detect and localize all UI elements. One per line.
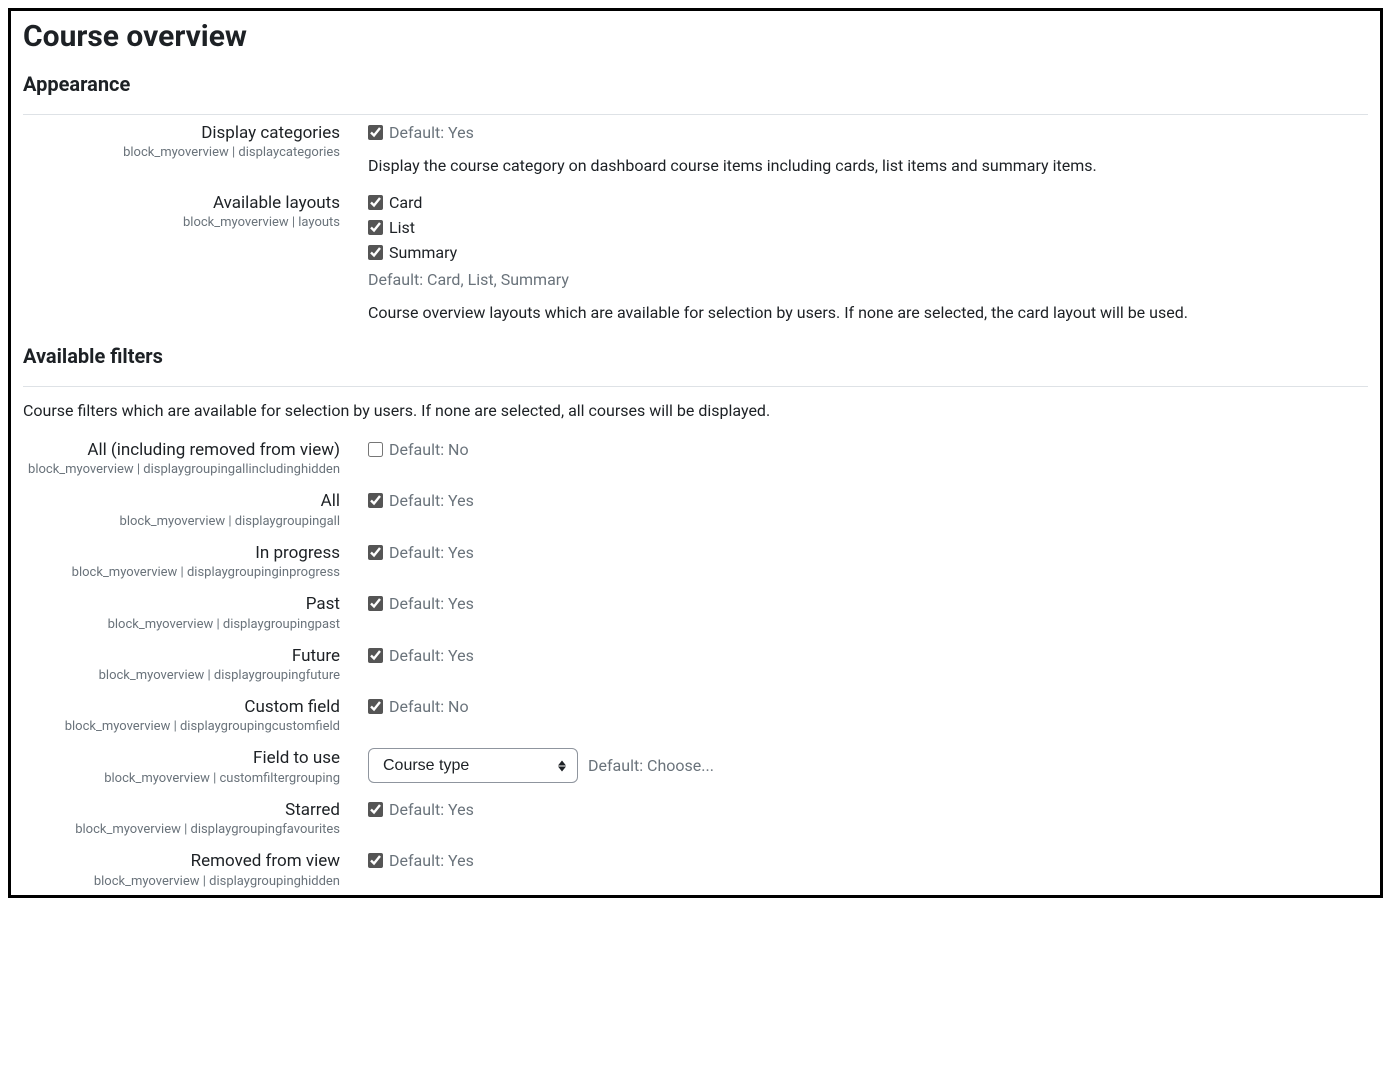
page-title: Course overview [23, 19, 1368, 54]
setting-customfield: Custom field block_myoverview | displayg… [23, 695, 1368, 734]
removed-default: Default: Yes [389, 851, 474, 870]
past-default: Default: Yes [389, 594, 474, 613]
field-to-use-label: Field to use [23, 748, 340, 768]
future-label: Future [23, 646, 340, 666]
display-categories-checkbox[interactable] [368, 125, 383, 140]
starred-label: Starred [23, 800, 340, 820]
removed-sublabel: block_myoverview | displaygroupinghidden [23, 874, 340, 889]
customfield-label: Custom field [23, 697, 340, 717]
customfield-checkbox[interactable] [368, 699, 383, 714]
setting-future: Future block_myoverview | displaygroupin… [23, 644, 1368, 683]
available-layouts-label: Available layouts [23, 193, 340, 213]
display-categories-label: Display categories [23, 123, 340, 143]
layout-card-label: Card [389, 193, 422, 212]
setting-all: All block_myoverview | displaygroupingal… [23, 489, 1368, 528]
layout-summary-checkbox[interactable] [368, 245, 383, 260]
past-sublabel: block_myoverview | displaygroupingpast [23, 617, 340, 632]
setting-inprogress: In progress block_myoverview | displaygr… [23, 541, 1368, 580]
setting-removed: Removed from view block_myoverview | dis… [23, 849, 1368, 888]
inprogress-sublabel: block_myoverview | displaygroupinginprog… [23, 565, 340, 580]
field-to-use-default: Default: Choose... [588, 756, 714, 775]
setting-starred: Starred block_myoverview | displaygroupi… [23, 798, 1368, 837]
setting-all-including-hidden: All (including removed from view) block_… [23, 438, 1368, 477]
setting-past: Past block_myoverview | displaygroupingp… [23, 592, 1368, 631]
past-label: Past [23, 594, 340, 614]
removed-checkbox[interactable] [368, 853, 383, 868]
future-sublabel: block_myoverview | displaygroupingfuture [23, 668, 340, 683]
all-default: Default: Yes [389, 491, 474, 510]
past-checkbox[interactable] [368, 596, 383, 611]
display-categories-desc: Display the course category on dashboard… [368, 156, 1368, 175]
layouts-default-text: Default: Card, List, Summary [368, 270, 1368, 289]
all-label: All [23, 491, 340, 511]
layout-summary-label: Summary [389, 243, 457, 262]
display-categories-sublabel: block_myoverview | displaycategories [23, 145, 340, 160]
filters-heading: Available filters [23, 344, 1368, 387]
all-hidden-checkbox[interactable] [368, 442, 383, 457]
field-to-use-sublabel: block_myoverview | customfiltergrouping [23, 771, 340, 786]
removed-label: Removed from view [23, 851, 340, 871]
starred-default: Default: Yes [389, 800, 474, 819]
inprogress-default: Default: Yes [389, 543, 474, 562]
future-checkbox[interactable] [368, 648, 383, 663]
layout-card-checkbox[interactable] [368, 195, 383, 210]
future-default: Default: Yes [389, 646, 474, 665]
starred-checkbox[interactable] [368, 802, 383, 817]
setting-field-to-use: Field to use block_myoverview | customfi… [23, 746, 1368, 785]
inprogress-checkbox[interactable] [368, 545, 383, 560]
layouts-desc: Course overview layouts which are availa… [368, 303, 1368, 322]
display-categories-default: Default: Yes [389, 123, 474, 142]
inprogress-label: In progress [23, 543, 340, 563]
starred-sublabel: block_myoverview | displaygroupingfavour… [23, 822, 340, 837]
customfield-sublabel: block_myoverview | displaygroupingcustom… [23, 719, 340, 734]
all-sublabel: block_myoverview | displaygroupingall [23, 514, 340, 529]
setting-available-layouts: Available layouts block_myoverview | lay… [23, 191, 1368, 326]
all-hidden-sublabel: block_myoverview | displaygroupingallinc… [23, 462, 340, 477]
setting-display-categories: Display categories block_myoverview | di… [23, 121, 1368, 179]
filters-desc: Course filters which are available for s… [23, 401, 1368, 420]
appearance-heading: Appearance [23, 72, 1368, 115]
all-hidden-default: Default: No [389, 440, 469, 459]
field-to-use-select[interactable]: Course type [368, 748, 578, 783]
all-checkbox[interactable] [368, 493, 383, 508]
customfield-default: Default: No [389, 697, 469, 716]
layout-list-label: List [389, 218, 415, 237]
available-layouts-sublabel: block_myoverview | layouts [23, 215, 340, 230]
layout-list-checkbox[interactable] [368, 220, 383, 235]
all-hidden-label: All (including removed from view) [23, 440, 340, 460]
